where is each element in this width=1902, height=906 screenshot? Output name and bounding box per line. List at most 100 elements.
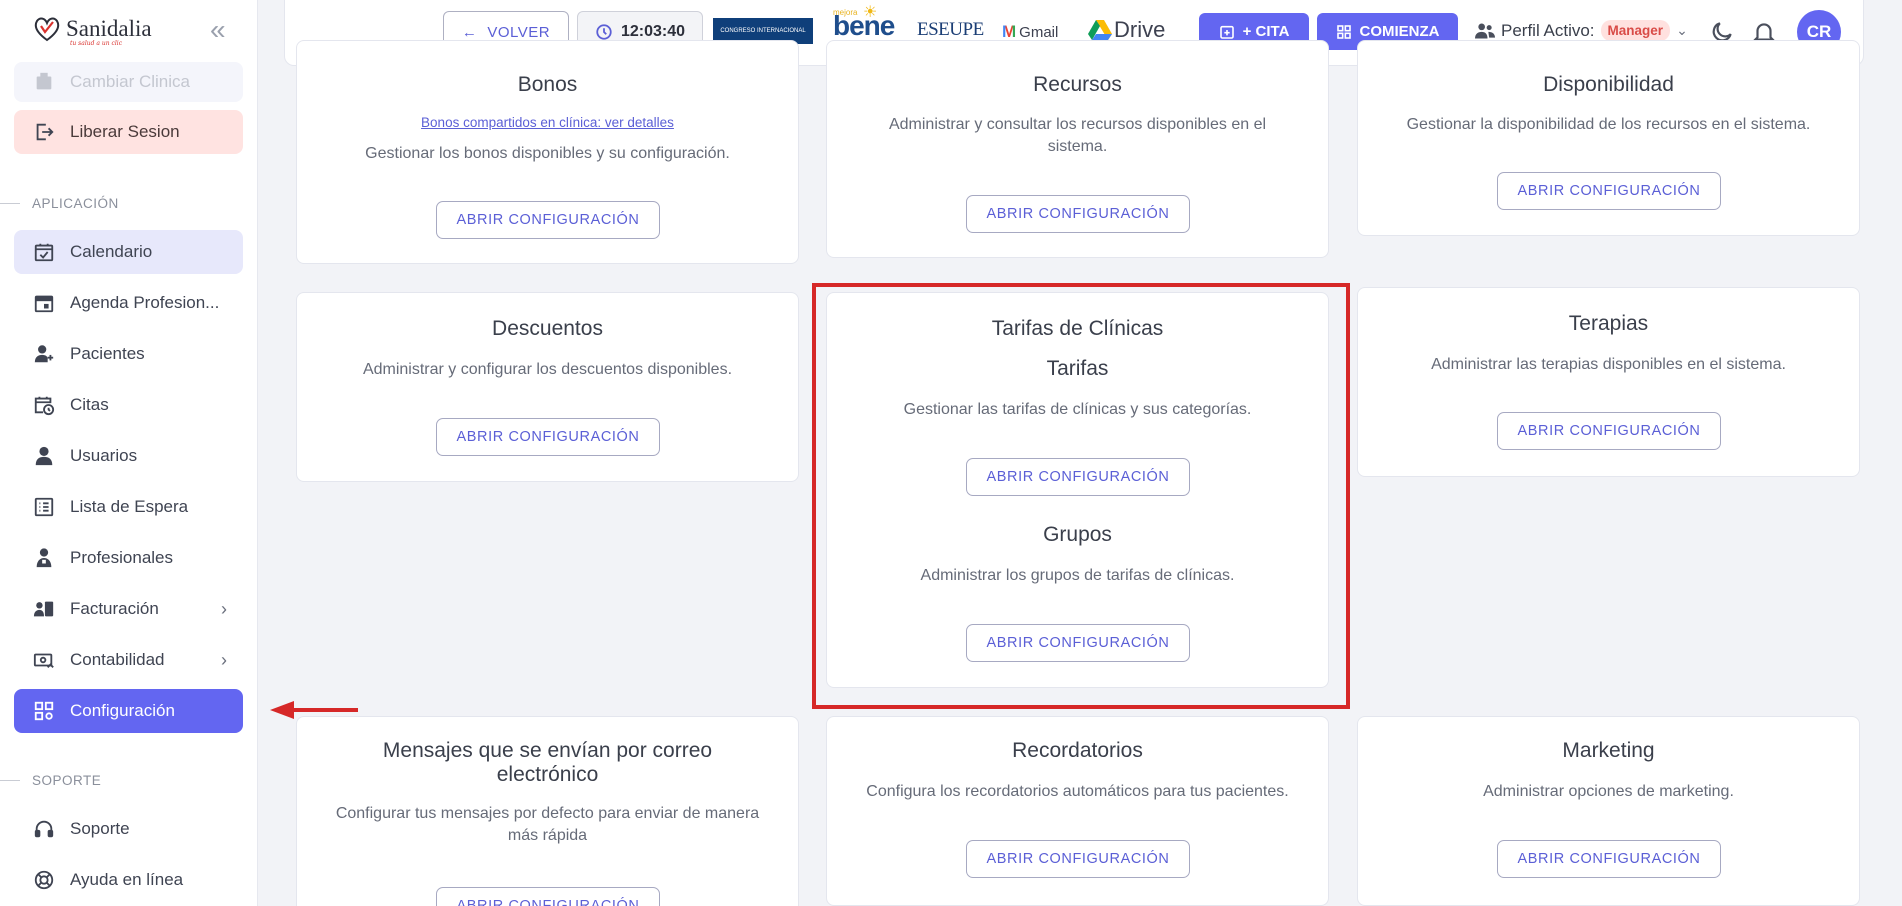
card-description: Gestionar los bonos disponibles y su con… (365, 145, 730, 162)
open-grupos-config-button[interactable]: ABRIR CONFIGURACIÓN (966, 624, 1190, 662)
card-bonos: Bonos Bonos compartidos en clínica: ver … (296, 40, 799, 264)
role-badge: Manager (1600, 20, 1671, 41)
sidebar-item-contabilidad[interactable]: Contabilidad › (14, 638, 243, 682)
clinic-switch-icon (32, 70, 56, 94)
profile-selector[interactable]: Perfil Activo: Manager ⌄ (1475, 20, 1688, 41)
tarifas-subtitle: Tarifas (1046, 357, 1109, 380)
arrow-annotation-icon (270, 701, 358, 719)
gmail-icon: M (1002, 22, 1017, 41)
card-title: Disponibilidad (1543, 73, 1674, 96)
clock-icon (596, 24, 612, 40)
card-title: Recursos (1033, 73, 1122, 96)
card-mensajes-correo: Mensajes que se envían por correo electr… (296, 716, 799, 906)
calendar-check-icon (32, 240, 56, 264)
card-description: Administrar y configurar los descuentos … (362, 361, 733, 378)
section-title-aplicacion: APLICACIÓN (0, 196, 119, 211)
section-title-soporte: SOPORTE (0, 773, 101, 788)
sidebar-item-soporte[interactable]: Soporte (14, 807, 243, 851)
chevron-right-icon: › (221, 650, 227, 670)
arrow-left-icon: ← (461, 23, 478, 41)
eseupe-logo[interactable]: ESEUPE (917, 19, 984, 41)
sidebar-item-label: Ayuda en línea (70, 870, 184, 889)
sidebar-item-cambiar-clinica[interactable]: Cambiar Clinica (14, 62, 243, 102)
users-icon (1475, 23, 1495, 38)
sidebar-item-label: Profesionales (70, 548, 174, 567)
card-disponibilidad: Disponibilidad Gestionar la disponibilid… (1357, 40, 1860, 236)
user-icon (32, 444, 56, 468)
sidebar-item-label: Facturación (70, 599, 159, 618)
calendar-plus-icon (1219, 25, 1234, 39)
open-config-button[interactable]: ABRIR CONFIGURACIÓN (436, 418, 660, 456)
brand-name: Sanidalia (66, 16, 152, 41)
accounting-icon (32, 648, 56, 672)
sidebar-item-pacientes[interactable]: Pacientes (14, 332, 243, 376)
sidebar-item-label: Pacientes (70, 344, 145, 363)
card-title: Terapias (1568, 312, 1649, 335)
card-recursos: Recursos Administrar y consultar los rec… (826, 40, 1329, 258)
sidebar-item-label: Agenda Profesion... (70, 293, 220, 312)
billing-icon (32, 597, 56, 621)
patient-icon (32, 342, 56, 366)
sidebar-item-liberar-sesion[interactable]: Liberar Sesion (14, 110, 243, 154)
headset-icon (32, 817, 56, 841)
sidebar-item-label: Usuarios (70, 446, 138, 465)
open-config-button[interactable]: ABRIR CONFIGURACIÓN (436, 887, 660, 906)
sidebar-item-agenda[interactable]: Agenda Profesion... (14, 281, 243, 325)
open-config-button[interactable]: ABRIR CONFIGURACIÓN (966, 840, 1190, 878)
sidebar-item-profesionales[interactable]: Profesionales (14, 536, 243, 580)
calendar-icon (32, 291, 56, 315)
brand-tagline: tu salud a un clic (70, 40, 123, 47)
open-tarifas-config-button[interactable]: ABRIR CONFIGURACIÓN (966, 458, 1190, 496)
sidebar-item-label: Calendario (70, 242, 153, 261)
grid-icon (1336, 24, 1351, 39)
doctor-icon (32, 546, 56, 570)
sidebar-item-label: Soporte (70, 819, 130, 838)
sidebar-item-label: Cambiar Clinica (70, 72, 190, 91)
tarifas-description: Gestionar las tarifas de clínicas y sus … (903, 401, 1252, 418)
card-description: Configurar tus mensajes por defecto para… (335, 805, 760, 844)
card-title: Recordatorios (1012, 739, 1143, 762)
sidebar-item-citas[interactable]: Citas (14, 383, 243, 427)
sidebar-item-lista-espera[interactable]: Lista de Espera (14, 485, 243, 529)
sidebar-item-configuracion[interactable]: Configuración (14, 689, 243, 733)
open-config-button[interactable]: ABRIR CONFIGURACIÓN (1497, 172, 1721, 210)
open-config-button[interactable]: ABRIR CONFIGURACIÓN (436, 201, 660, 239)
grupos-subtitle: Grupos (1043, 523, 1112, 546)
card-terapias: Terapias Administrar las terapias dispon… (1357, 287, 1860, 477)
calendar-clock-icon (32, 393, 56, 417)
grupos-description: Administrar los grupos de tarifas de clí… (920, 567, 1235, 584)
sidebar: Sanidalia tu salud a un clic « Cambiar C… (0, 0, 258, 906)
card-description: Administrar las terapias disponibles en … (1431, 356, 1786, 373)
sidebar-item-label: Configuración (70, 701, 175, 720)
card-title: Tarifas de Clínicas (991, 317, 1164, 340)
settings-grid-icon (32, 699, 56, 723)
list-icon (32, 495, 56, 519)
brand-logo[interactable]: Sanidalia tu salud a un clic (32, 14, 152, 47)
open-config-button[interactable]: ABRIR CONFIGURACIÓN (1497, 412, 1721, 450)
card-description: Gestionar la disponibilidad de los recur… (1406, 116, 1811, 133)
sidebar-item-label: Lista de Espera (70, 497, 189, 516)
sidebar-item-ayuda[interactable]: Ayuda en línea (14, 858, 243, 902)
bonos-shared-link[interactable]: Bonos compartidos en clínica: ver detall… (297, 115, 798, 130)
chevron-down-icon: ⌄ (1676, 22, 1688, 38)
open-config-button[interactable]: ABRIR CONFIGURACIÓN (1497, 840, 1721, 878)
collapse-sidebar-icon[interactable]: « (210, 16, 232, 44)
sidebar-item-usuarios[interactable]: Usuarios (14, 434, 243, 478)
lifebuoy-icon (32, 868, 56, 892)
open-config-button[interactable]: ABRIR CONFIGURACIÓN (966, 195, 1190, 233)
sun-icon: ☀ (863, 4, 877, 21)
card-marketing: Marketing Administrar opciones de market… (1357, 716, 1860, 906)
sidebar-item-facturacion[interactable]: Facturación › (14, 587, 243, 631)
heart-logo-icon (34, 17, 60, 42)
sidebar-item-calendario[interactable]: Calendario (14, 230, 243, 274)
card-descuentos: Descuentos Administrar y configurar los … (296, 292, 799, 482)
card-recordatorios: Recordatorios Configura los recordatorio… (826, 716, 1329, 906)
gmail-link[interactable]: M Gmail (1002, 22, 1058, 42)
sidebar-item-label: Contabilidad (70, 650, 165, 669)
card-title: Mensajes que se envían por correo electr… (382, 739, 713, 786)
logout-icon (32, 120, 56, 144)
card-description: Administrar opciones de marketing. (1483, 783, 1734, 800)
chevron-right-icon: › (221, 599, 227, 619)
card-tarifas-clinicas: Tarifas de Clínicas Tarifas Gestionar la… (826, 292, 1329, 688)
bene-logo[interactable]: mejora ☀ bene (833, 4, 895, 42)
